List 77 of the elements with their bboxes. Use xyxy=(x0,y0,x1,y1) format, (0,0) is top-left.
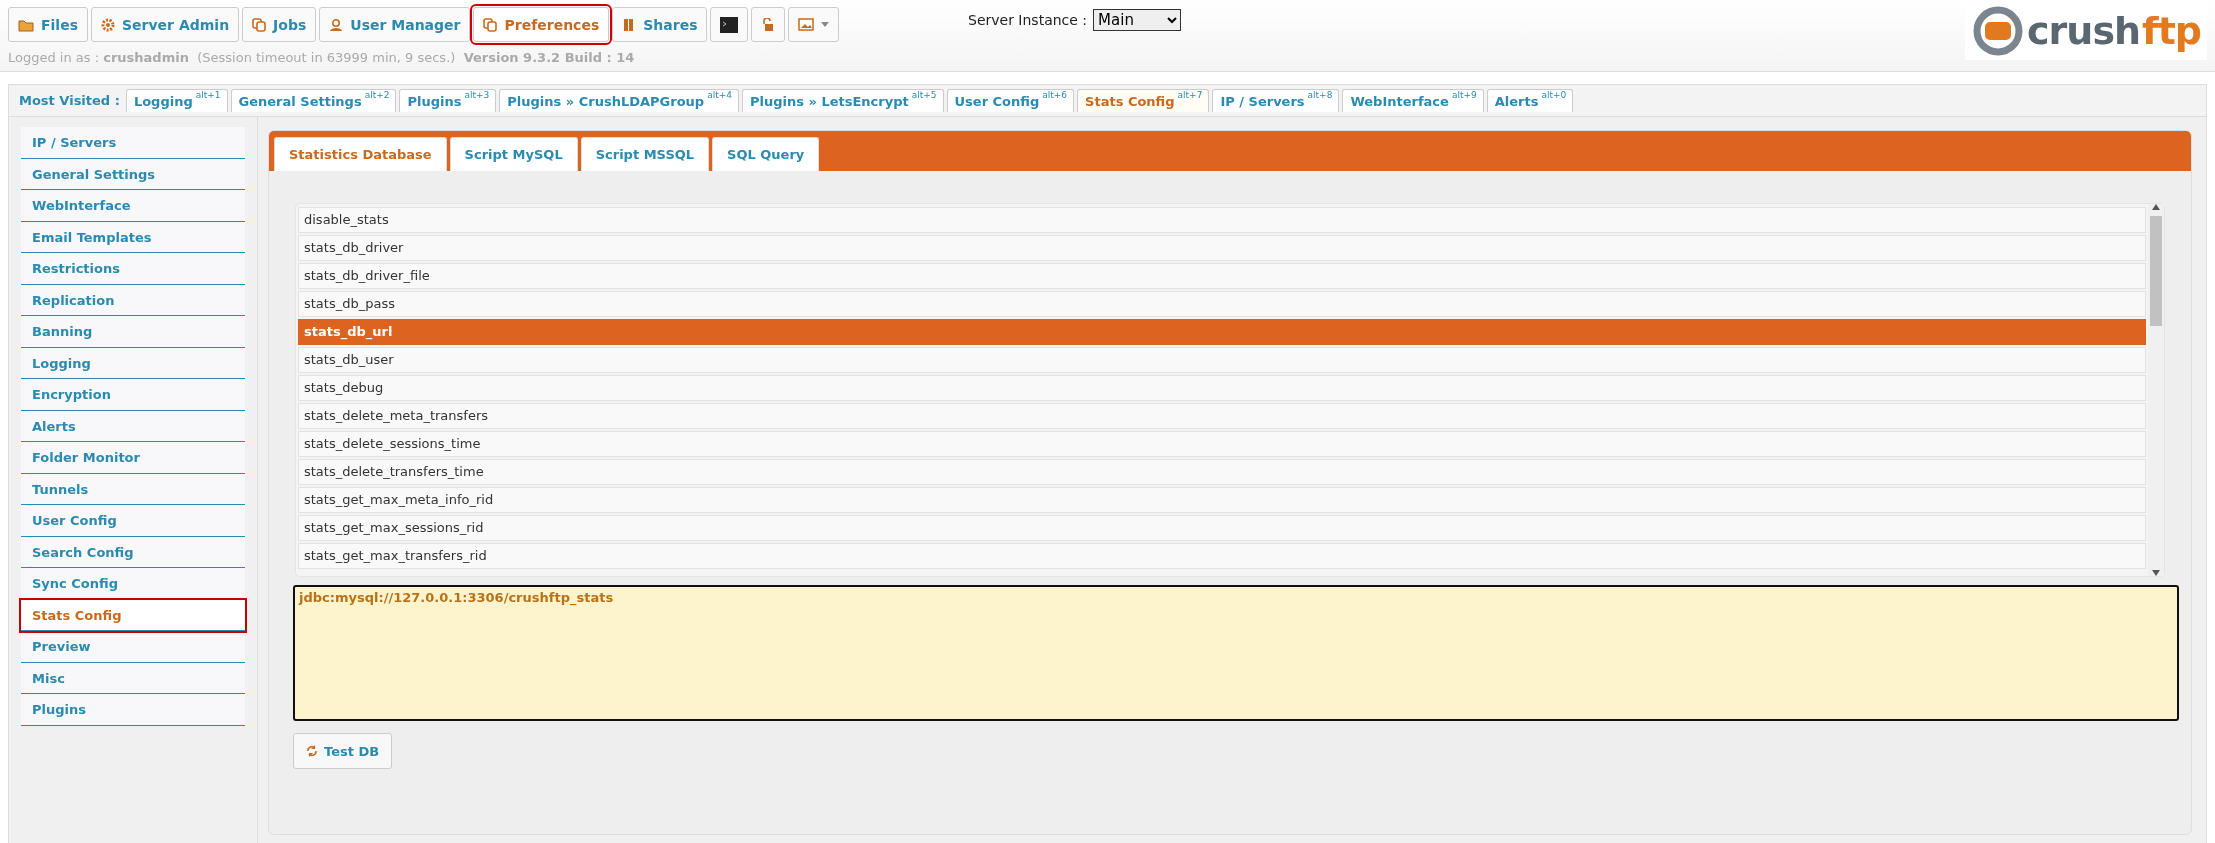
terminal-icon xyxy=(720,16,739,33)
most-visited-link[interactable]: Plugins » CrushLDAPGroup $^{alt+4}$ xyxy=(499,89,739,112)
sidebar-item[interactable]: Banning xyxy=(21,316,245,348)
setting-row[interactable]: stats_delete_meta_transfers xyxy=(298,403,2146,429)
sidebar-item[interactable]: Restrictions xyxy=(21,253,245,285)
scroll-down-icon xyxy=(2152,570,2160,576)
value-field[interactable]: jdbc:mysql://127.0.0.1:3306/crushftp_stats xyxy=(293,585,2179,721)
lock-button[interactable] xyxy=(751,7,786,42)
scrollbar[interactable] xyxy=(2148,204,2164,576)
image-menu-button[interactable] xyxy=(788,7,840,42)
setting-row[interactable]: stats_debug xyxy=(298,375,2146,401)
nav-button[interactable]: Files xyxy=(8,7,88,42)
nav-button[interactable]: User Manager xyxy=(319,7,471,42)
most-visited-link[interactable]: General Settings $^{alt+2}$ xyxy=(230,89,397,112)
sidebar-item[interactable]: Email Templates xyxy=(21,221,245,253)
most-visited-link[interactable]: Plugins $^{alt+3}$ xyxy=(399,89,497,112)
sidebar-item[interactable]: Logging xyxy=(21,347,245,379)
most-visited-link[interactable]: WebInterface $^{alt+9}$ xyxy=(1342,89,1484,112)
scroll-up-icon xyxy=(2152,204,2160,210)
nav-button[interactable]: Preferences xyxy=(473,7,610,42)
logo-text: crush xyxy=(2027,12,2141,50)
most-visited-link[interactable]: Plugins » LetsEncrypt $^{alt+5}$ xyxy=(741,89,944,112)
sidebar-item[interactable]: Alerts xyxy=(21,410,245,442)
most-visited-link[interactable]: Logging $^{alt+1}$ xyxy=(125,89,228,112)
refresh-icon xyxy=(306,745,318,757)
nav-button[interactable]: Shares xyxy=(612,7,708,42)
most-visited-link[interactable]: Alerts $^{alt+0}$ xyxy=(1486,89,1574,112)
most-visited-link[interactable]: User Config $^{alt+6}$ xyxy=(946,89,1075,112)
most-visited-label: Most Visited : xyxy=(19,93,120,108)
user-icon xyxy=(329,17,344,32)
setting-row[interactable]: stats_db_user xyxy=(298,347,2146,373)
sidebar-item[interactable]: Search Config xyxy=(21,536,245,568)
setting-row[interactable]: stats_get_max_meta_info_rid xyxy=(298,487,2146,513)
sidebar-item[interactable]: Stats Config xyxy=(21,599,245,631)
sidebar-item[interactable]: Preview xyxy=(21,631,245,663)
logo-text: ftp xyxy=(2142,12,2201,50)
setting-row[interactable]: stats_db_pass xyxy=(298,291,2146,317)
most-visited-link[interactable]: IP / Servers $^{alt+8}$ xyxy=(1212,89,1340,112)
sidebar-item[interactable]: Encryption xyxy=(21,379,245,411)
setting-row[interactable]: stats_get_max_transfers_rid xyxy=(298,543,2146,569)
image-icon xyxy=(798,18,815,31)
sidebar-item[interactable]: IP / Servers xyxy=(21,127,245,159)
most-visited-link[interactable]: Stats Config $^{alt+7}$ xyxy=(1077,89,1210,112)
sidebar-item[interactable]: General Settings xyxy=(21,158,245,190)
setting-row[interactable]: disable_stats xyxy=(298,207,2146,233)
copy-icon xyxy=(252,17,267,32)
caret-icon xyxy=(821,22,830,27)
sidebar-item[interactable]: Tunnels xyxy=(21,473,245,505)
server-instance-select[interactable]: Main xyxy=(1093,9,1182,31)
setting-row[interactable]: stats_db_url xyxy=(298,319,2146,345)
setting-row[interactable]: stats_delete_sessions_time xyxy=(298,431,2146,457)
gear-icon xyxy=(101,17,115,32)
tab[interactable]: Script MSSQL xyxy=(580,137,710,171)
sidebar-item[interactable]: Plugins xyxy=(21,694,245,726)
sidebar-item[interactable]: Replication xyxy=(21,284,245,316)
tab[interactable]: Script MySQL xyxy=(449,137,578,171)
nav-button[interactable]: Server Admin xyxy=(91,7,240,42)
server-instance-label: Server Instance : xyxy=(968,12,1088,28)
sidebar-item[interactable]: User Config xyxy=(21,505,245,537)
setting-row[interactable]: stats_delete_transfers_time xyxy=(298,459,2146,485)
test-db-button[interactable]: Test DB xyxy=(293,733,393,769)
sidebar-item[interactable]: Folder Monitor xyxy=(21,442,245,474)
folder-icon xyxy=(18,17,34,32)
setting-row[interactable]: stats_db_driver_file xyxy=(298,263,2146,289)
sidebar-item[interactable]: Misc xyxy=(21,662,245,694)
session-info: Logged in as : crushadmin (Session timeout in 63999 min, 9 secs.) Version 9.3.2 Build : 14 xyxy=(8,50,636,65)
sidebar-item[interactable]: Sync Config xyxy=(21,568,245,600)
copy-icon xyxy=(483,17,498,32)
tab[interactable]: SQL Query xyxy=(712,137,820,171)
scrollbar-thumb[interactable] xyxy=(2150,216,2162,326)
setting-row[interactable]: stats_get_max_sessions_rid xyxy=(298,515,2146,541)
sidebar-item[interactable]: WebInterface xyxy=(21,190,245,222)
padlock-icon xyxy=(761,17,776,32)
nav-button[interactable]: Jobs xyxy=(242,7,317,42)
terminal-button[interactable] xyxy=(710,7,749,42)
tab[interactable]: Statistics Database xyxy=(274,137,447,171)
setting-row[interactable]: stats_db_driver xyxy=(298,235,2146,261)
